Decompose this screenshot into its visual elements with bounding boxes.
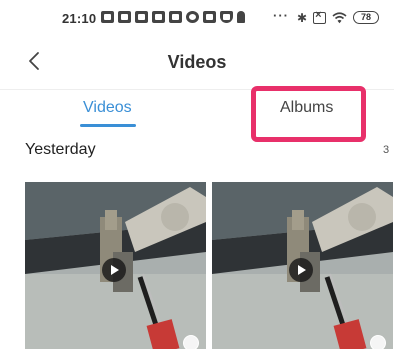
bluetooth-icon: ✱	[297, 10, 308, 25]
section-title: Yesterday	[25, 141, 96, 158]
status-time: 21:10	[62, 11, 97, 26]
check-circle-icon	[186, 11, 199, 23]
sim-off-icon	[313, 9, 327, 24]
shield-icon	[220, 11, 233, 23]
wifi-icon	[332, 11, 347, 24]
notification-icons	[101, 11, 245, 23]
tab-videos[interactable]: Videos	[83, 99, 132, 117]
system-icons: ✱ 78	[297, 9, 380, 25]
person-icon	[237, 11, 245, 23]
more-notifications-icon: ···	[273, 8, 289, 23]
select-checkbox[interactable]	[183, 335, 199, 349]
play-icon	[102, 258, 126, 282]
status-bar: 21:10 ··· ✱ 78	[0, 0, 394, 36]
message-icon	[135, 11, 148, 23]
message-icon	[101, 11, 114, 23]
video-thumbnail[interactable]	[25, 182, 206, 349]
select-checkbox[interactable]	[370, 335, 386, 349]
image-icon	[203, 11, 216, 23]
albums-highlight-box	[251, 86, 366, 142]
play-icon	[289, 258, 313, 282]
tab-active-indicator	[80, 124, 136, 127]
message-icon	[118, 11, 131, 23]
message-icon	[169, 11, 182, 23]
battery-icon: 78	[353, 11, 380, 24]
message-icon	[152, 11, 165, 23]
page-title: Videos	[167, 52, 227, 72]
video-thumbnail[interactable]	[212, 182, 393, 349]
section-count: 3	[383, 144, 390, 156]
